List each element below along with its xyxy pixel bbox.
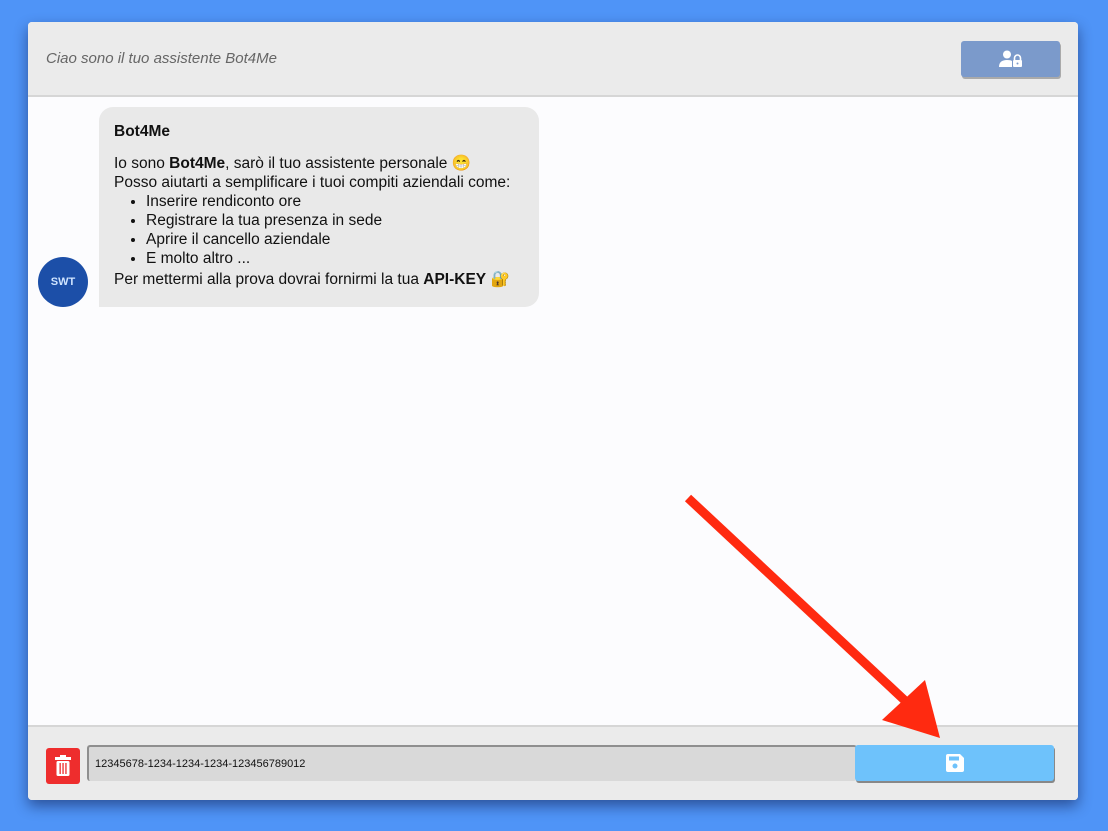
- bot-message: Bot4Me Io sono Bot4Me, sarò il tuo assis…: [99, 107, 539, 307]
- message-line-2: Posso aiutarti a semplificare i tuoi com…: [114, 174, 511, 191]
- message-sender: Bot4Me: [114, 123, 170, 140]
- delete-button[interactable]: [46, 748, 80, 784]
- bold-text: Bot4Me: [169, 155, 226, 172]
- list-item: Aprire il cancello aziendale: [146, 230, 510, 249]
- lock-key-icon: 🔐: [486, 271, 510, 288]
- text: Per mettermi alla prova dovrai fornirmi …: [114, 271, 424, 288]
- footer: [28, 725, 1078, 800]
- message-line-last: Per mettermi alla prova dovrai fornirmi …: [114, 270, 510, 289]
- list-item: Inserire rendiconto ore: [146, 192, 510, 211]
- header-title: Ciao sono il tuo assistente Bot4Me: [46, 50, 277, 67]
- list-item: E molto altro ...: [146, 249, 510, 268]
- api-key-button[interactable]: [961, 41, 1060, 77]
- feature-list: Inserire rendiconto ore Registrare la tu…: [114, 192, 510, 268]
- chat-area: SWT Bot4Me Io sono Bot4Me, sarò il tuo a…: [28, 97, 1078, 725]
- chat-window: Ciao sono il tuo assistente Bot4Me SWT B…: [28, 22, 1078, 800]
- user-lock-icon: [998, 50, 1022, 67]
- message-line-intro: Io sono Bot4Me, sarò il tuo assistente p…: [114, 154, 510, 173]
- header: Ciao sono il tuo assistente Bot4Me: [28, 22, 1078, 97]
- bold-text: API-KEY: [423, 271, 487, 288]
- trash-icon: [55, 755, 71, 776]
- text: Io sono: [114, 155, 170, 172]
- floppy-disk-icon: [945, 754, 964, 772]
- bot-avatar: SWT: [38, 257, 88, 307]
- message-body: Io sono Bot4Me, sarò il tuo assistente p…: [114, 154, 510, 289]
- api-key-input[interactable]: [87, 745, 857, 781]
- text: , sarò il tuo assistente personale 😁: [225, 155, 472, 172]
- list-item: Registrare la tua presenza in sede: [146, 211, 510, 230]
- save-button[interactable]: [855, 745, 1054, 781]
